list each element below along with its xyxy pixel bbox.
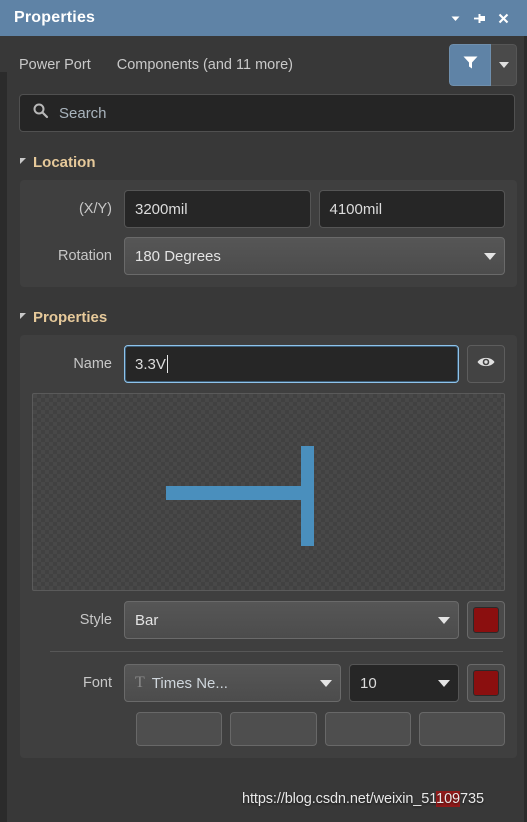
properties-panel: Properties Power Port Components (and 11… <box>0 0 527 822</box>
style-value: Bar <box>135 611 159 629</box>
font-color-button[interactable] <box>467 664 505 702</box>
section-title-properties: Properties <box>33 309 108 326</box>
search-container: Search <box>7 94 527 132</box>
section-divider <box>50 651 503 652</box>
chevron-down-icon <box>320 679 332 687</box>
color-swatch <box>473 670 499 696</box>
pin-icon[interactable] <box>467 6 491 30</box>
font-row: Font T Times Ne... 10 <box>32 664 505 702</box>
style-row: Style Bar <box>32 601 505 639</box>
chevron-down-icon <box>498 62 509 68</box>
name-value: 3.3V <box>135 355 166 373</box>
rotation-label: Rotation <box>57 248 112 264</box>
section-title-location: Location <box>33 154 96 171</box>
filter-dropdown-button[interactable] <box>491 44 517 86</box>
strikethrough-button[interactable] <box>418 712 505 746</box>
rotation-value: 180 Degrees <box>135 247 221 265</box>
font-size-dropdown[interactable]: 10 <box>349 664 459 702</box>
panel-titlebar: Properties <box>0 0 527 36</box>
font-family-dropdown[interactable]: T Times Ne... <box>124 664 341 702</box>
name-label: Name <box>73 356 112 372</box>
xy-label: (X/Y) <box>78 201 112 217</box>
filter-button-group <box>449 44 517 86</box>
color-swatch <box>473 607 499 633</box>
collapse-triangle-icon <box>20 157 26 164</box>
symbol-preview <box>32 393 505 591</box>
x-coordinate-input[interactable]: 3200mil <box>124 190 311 228</box>
name-row: Name 3.3V <box>32 345 505 383</box>
search-placeholder: Search <box>59 104 107 122</box>
xy-row: (X/Y) 3200mil 4100mil <box>32 190 505 228</box>
dock-strip <box>0 72 7 822</box>
filter-button[interactable] <box>449 44 491 86</box>
location-panel: (X/Y) 3200mil 4100mil Rotation 180 Degre… <box>20 180 517 287</box>
underline-button[interactable] <box>324 712 411 746</box>
search-input[interactable]: Search <box>19 94 515 132</box>
name-input[interactable]: 3.3V <box>124 345 459 383</box>
font-label: Font <box>82 675 112 691</box>
style-dropdown[interactable]: Bar <box>124 601 459 639</box>
object-kind-label: Power Port <box>19 57 91 73</box>
rotation-row: Rotation 180 Degrees <box>32 237 505 275</box>
style-label: Style <box>79 612 112 628</box>
font-size-value: 10 <box>360 674 377 692</box>
chevron-down-icon <box>438 679 450 687</box>
section-header-properties[interactable]: Properties <box>7 287 527 335</box>
search-icon <box>32 102 49 124</box>
chevron-down-icon[interactable] <box>443 6 467 30</box>
object-scope-row: Power Port Components (and 11 more) <box>7 36 527 94</box>
panel-title: Properties <box>14 9 96 26</box>
object-scope-label: Components (and 11 more) <box>116 57 293 73</box>
name-visibility-toggle[interactable] <box>467 345 505 383</box>
text-cursor <box>166 355 168 373</box>
bold-button[interactable] <box>136 712 223 746</box>
power-port-bar-vertical <box>301 446 314 546</box>
chevron-down-icon <box>438 616 450 624</box>
section-header-location[interactable]: Location <box>7 132 527 180</box>
text-font-icon: T <box>135 674 145 691</box>
font-style-button-group <box>32 712 505 746</box>
collapse-triangle-icon <box>20 312 26 319</box>
font-family-value: Times Ne... <box>151 674 228 692</box>
close-icon[interactable] <box>491 6 515 30</box>
y-coordinate-input[interactable]: 4100mil <box>318 190 505 228</box>
chevron-down-icon <box>484 252 496 260</box>
funnel-icon <box>461 53 480 77</box>
rotation-dropdown[interactable]: 180 Degrees <box>124 237 505 275</box>
properties-section-panel: Name 3.3V Style Bar Font T Times Ne... 1… <box>20 335 517 758</box>
power-port-bar-horizontal <box>166 486 313 500</box>
italic-button[interactable] <box>230 712 317 746</box>
panel-body: Power Port Components (and 11 more) Sear… <box>0 36 527 822</box>
style-color-button[interactable] <box>467 601 505 639</box>
eye-icon <box>476 355 496 374</box>
